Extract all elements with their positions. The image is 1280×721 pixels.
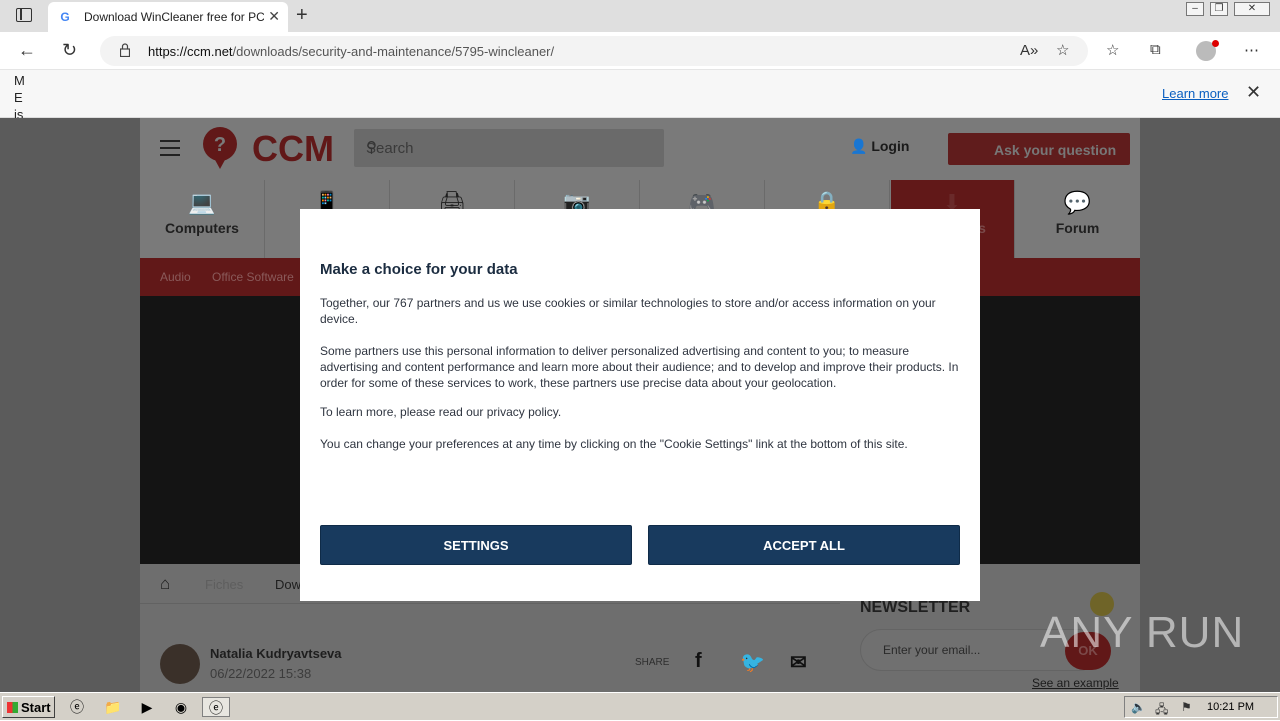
category-computers[interactable]: 💻 Computers [140, 180, 265, 258]
site-search-input[interactable]: Search ⚲ [354, 129, 664, 167]
anyrun-watermark: ANY RUN [1040, 608, 1245, 657]
profile-avatar[interactable] [1196, 40, 1219, 61]
author-name[interactable]: Natalia Kudryavtseva [210, 646, 342, 661]
newsletter-placeholder: Enter your email... [883, 643, 981, 657]
see-example-link[interactable]: See an example [1032, 676, 1119, 690]
info-bar-text: M E is [14, 73, 25, 118]
dialog-paragraph-partners: Together, our 767 partners and us we use… [320, 296, 936, 326]
url-text: https://ccm.net/downloads/security-and-m… [148, 44, 555, 59]
search-icon[interactable]: ⚲ [366, 138, 652, 156]
ccm-logo-icon[interactable]: ? [200, 126, 240, 170]
author-avatar [160, 644, 200, 684]
logo-text[interactable]: CCM [252, 128, 334, 170]
site-header: ? CCM Search ⚲ 👤 Login Ask your question [140, 118, 1140, 180]
hamburger-menu-icon[interactable] [160, 140, 180, 156]
chrome-icon[interactable]: ◉ [170, 697, 192, 717]
dialog-title: Make a choice for your data [320, 261, 518, 278]
address-bar-row: ← ↻ https://ccm.net/downloads/security-a… [0, 32, 1280, 70]
volume-icon[interactable]: 🔈 [1131, 700, 1146, 714]
dialog-paragraph-privacy: To learn more, please read our privacy p… [320, 405, 562, 419]
new-tab-button[interactable]: + [296, 4, 308, 27]
more-menu-icon[interactable]: ⋯ [1244, 41, 1259, 59]
login-button[interactable]: 👤 Login [850, 138, 909, 155]
flag-icon[interactable]: ⚑ [1181, 700, 1192, 714]
lock-icon[interactable] [120, 43, 130, 57]
user-icon: 👤 [850, 138, 868, 154]
category-label: Computers [165, 220, 239, 236]
newsletter-title: NEWSLETTER [860, 599, 971, 616]
ask-question-button[interactable]: Ask your question [948, 133, 1130, 165]
svg-text:?: ? [214, 134, 226, 156]
minimize-button[interactable]: – [1186, 2, 1204, 16]
network-icon[interactable]: 🖧 [1155, 700, 1168, 721]
chat-icon: 💬 [1063, 190, 1092, 215]
laptop-icon: 💻 [188, 190, 216, 215]
back-icon[interactable]: ← [18, 40, 36, 61]
read-aloud-icon[interactable]: A» [1020, 42, 1038, 59]
share-label: SHARE [635, 657, 670, 668]
login-label: Login [871, 138, 910, 154]
ie-icon[interactable]: ⓔ [66, 697, 88, 717]
start-button[interactable]: Start [2, 696, 55, 718]
cookie-consent-dialog: Make a choice for your data Together, ou… [300, 209, 980, 601]
media-player-icon[interactable]: ▶ [136, 697, 158, 717]
google-favicon-icon: G [60, 10, 70, 24]
favorites-icon[interactable]: ☆ [1106, 41, 1119, 59]
folder-icon[interactable]: 📁 [102, 697, 124, 717]
subnav-audio[interactable]: Audio [160, 270, 191, 284]
breadcrumb-current: Dow [275, 577, 302, 592]
url-input[interactable]: https://ccm.net/downloads/security-and-m… [100, 36, 1088, 66]
email-icon[interactable]: ✉ [790, 650, 807, 675]
taskbar: Start ⓔ 📁 ▶ ◉ ⓔ 🔈 🖧 ⚑ 10:21 PM [0, 692, 1280, 720]
clock[interactable]: 10:21 PM [1207, 701, 1254, 713]
settings-button[interactable]: SETTINGS [320, 525, 632, 565]
info-bar-close-icon[interactable]: ✕ [1246, 82, 1261, 103]
info-bar: M E is Learn more ✕ [0, 70, 1280, 118]
restore-button[interactable]: ❐ [1210, 2, 1228, 16]
learn-more-link[interactable]: Learn more [1162, 86, 1228, 101]
close-window-button[interactable]: ✕ [1234, 2, 1270, 16]
tab-close-icon[interactable]: ✕ [268, 8, 280, 25]
tab-bar: G Download WinCleaner free for PC ✕ + – … [0, 0, 1280, 32]
tab-actions-icon[interactable] [16, 8, 32, 22]
subnav-office-software[interactable]: Office Software [212, 270, 294, 284]
tab-title: Download WinCleaner free for PC [84, 10, 264, 24]
dialog-paragraph-usage: Some partners use this personal informat… [320, 344, 959, 390]
browser-tab[interactable]: G Download WinCleaner free for PC ✕ [48, 2, 288, 32]
dialog-paragraph-preferences: You can change your preferences at any t… [320, 437, 908, 451]
facebook-icon[interactable]: f [695, 650, 702, 673]
edge-icon[interactable]: ⓔ [202, 697, 230, 717]
home-icon[interactable]: ⌂ [160, 574, 170, 594]
add-favorite-icon[interactable]: ☆ [1056, 41, 1069, 59]
breadcrumb-fiches[interactable]: Fiches [205, 577, 243, 592]
article-date: 06/22/2022 15:38 [210, 666, 312, 681]
refresh-icon[interactable]: ↻ [62, 40, 77, 61]
category-forum[interactable]: 💬 Forum [1015, 180, 1140, 258]
category-label: Forum [1055, 220, 1100, 236]
twitter-icon[interactable]: 🐦 [740, 650, 765, 675]
accept-all-button[interactable]: ACCEPT ALL [648, 525, 960, 565]
collections-icon[interactable]: ⧉ [1150, 41, 1161, 58]
system-tray: 🔈 🖧 ⚑ 10:21 PM [1124, 696, 1278, 718]
